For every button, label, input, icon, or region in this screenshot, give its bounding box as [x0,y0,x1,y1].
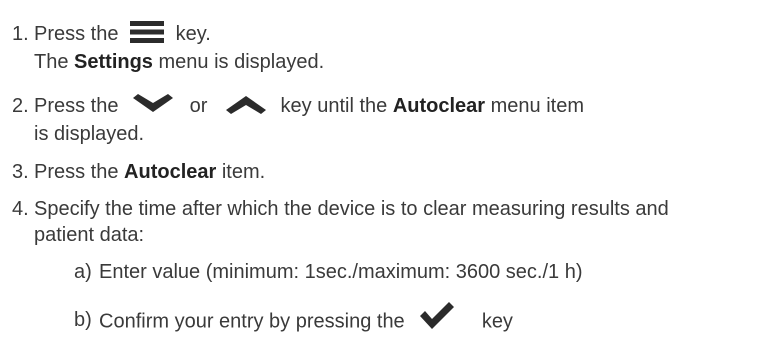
step-1-line-2: The Settings menu is displayed. [34,50,324,74]
substep-a-label: a) [74,261,92,283]
step-2-text-after: menu item [490,95,585,117]
step-2-text-before: Press the [34,95,119,117]
substep-b-label: b) [74,309,92,331]
step-2-line-2: is displayed. [34,123,145,145]
step-2-line-1: Press the or key until the Autoclear men… [34,93,585,118]
instruction-list: 1. Press the key. The Settings menu is d… [0,0,784,343]
step-2-number: 2. [12,95,29,117]
step-4-line-2: patient data: [34,224,145,246]
step-1-text-before: Press the [34,23,119,45]
checkmark-icon [420,302,455,330]
step-1-number: 1. [12,23,29,45]
autoclear-item-name: Autoclear [124,161,217,183]
autoclear-menu-item-name: Autoclear [392,95,486,117]
substep-b-text-before: Confirm your entry by pressing the [99,310,405,333]
step-1-text-after: key. [175,23,211,45]
step-3-text-before: Press the [34,161,119,183]
chevron-down-icon [132,93,174,114]
chevron-up-icon [225,94,267,114]
step-2-text-mid: key until the [280,95,388,117]
step-4-line-1: Specify the time after which the device … [34,198,669,220]
menu-icon [130,20,165,43]
step-1-line-1: Press the key. [34,20,211,46]
settings-menu-name: Settings [74,51,153,73]
substep-a-text: Enter value (minimum: 1sec./maximum: 360… [99,261,583,283]
substep-b-line: Confirm your entry by pressing the key [99,302,513,336]
step-3-number: 3. [12,161,29,183]
step-3-text-after: item. [221,161,266,183]
step-1-line-2-before: The [34,51,69,73]
step-1-line-2-after: menu is displayed. [158,51,325,73]
step-4-number: 4. [12,198,29,220]
substep-b-text-after: key [481,310,513,333]
step-2-or: or [189,95,208,117]
step-3-line: Press the Autoclear item. [34,160,265,184]
